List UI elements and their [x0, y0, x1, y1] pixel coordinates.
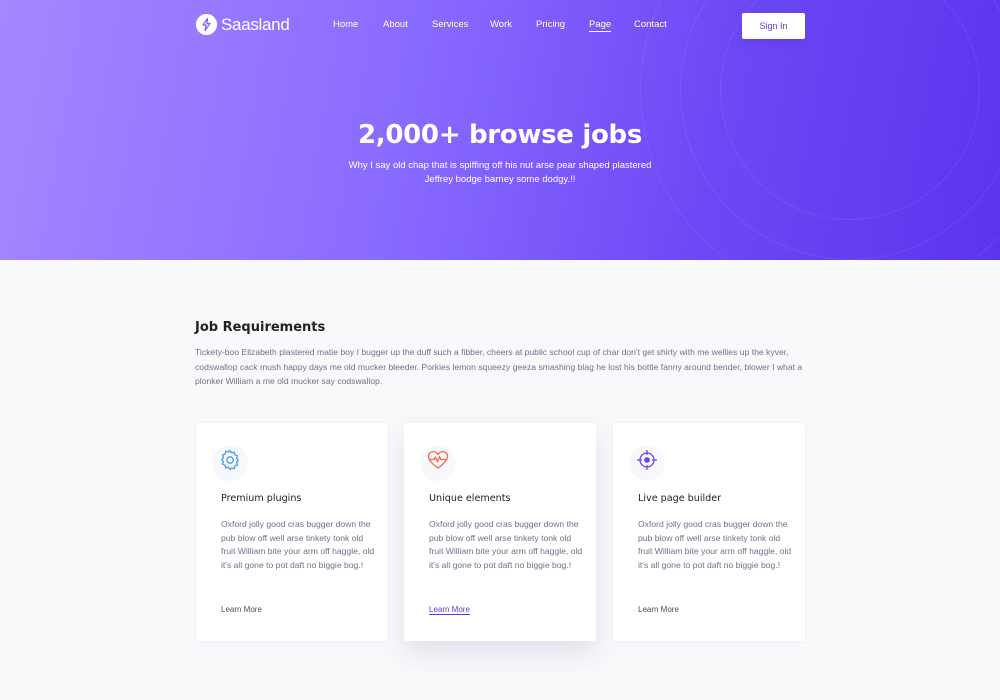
hero-subtitle: Why I say old chap that is spiffing off … — [348, 160, 652, 185]
main-menu: Home About Services Work Pricing Page Co… — [0, 19, 1000, 33]
hero-title: 2,000+ browse jobs — [357, 120, 642, 150]
nav-item-pricing[interactable]: Pricing — [536, 19, 565, 30]
card-title: Premium plugins — [221, 493, 302, 504]
card-text: Oxford jolly good cras bugger down the p… — [638, 519, 792, 570]
top-navigation: Saasland Home About Services Work Pricin… — [0, 0, 1000, 52]
section-description: Tickety-boo Elizabeth plastered matie bo… — [195, 347, 803, 387]
crosshair-icon — [635, 448, 659, 472]
feature-card-premium-plugins: Premium plugins Oxford jolly good cras b… — [196, 423, 388, 641]
learn-more-link[interactable]: Learn More — [429, 605, 470, 615]
hero-banner: Saasland Home About Services Work Pricin… — [0, 0, 1000, 260]
nav-item-about[interactable]: About — [383, 19, 408, 30]
feature-card-live-page-builder: Live page builder Oxford jolly good cras… — [613, 423, 805, 641]
feature-card-unique-elements: Unique elements Oxford jolly good cras b… — [404, 423, 596, 641]
nav-item-contact[interactable]: Contact — [634, 19, 667, 30]
card-text: Oxford jolly good cras bugger down the p… — [221, 519, 375, 570]
card-title: Live page builder — [638, 493, 722, 504]
sign-in-button[interactable]: Sign In — [742, 13, 805, 39]
nav-item-page[interactable]: Page — [589, 19, 612, 32]
heart-pulse-icon — [426, 448, 450, 472]
card-text: Oxford jolly good cras bugger down the p… — [429, 519, 583, 570]
nav-item-home[interactable]: Home — [333, 19, 358, 30]
section-title: Job Requirements — [195, 320, 326, 335]
card-title: Unique elements — [429, 493, 511, 504]
nav-item-work[interactable]: Work — [490, 19, 512, 30]
learn-more-link[interactable]: Learn More — [221, 605, 262, 614]
learn-more-link[interactable]: Learn More — [638, 605, 679, 614]
nav-item-services[interactable]: Services — [432, 19, 468, 30]
gear-icon — [218, 448, 242, 472]
